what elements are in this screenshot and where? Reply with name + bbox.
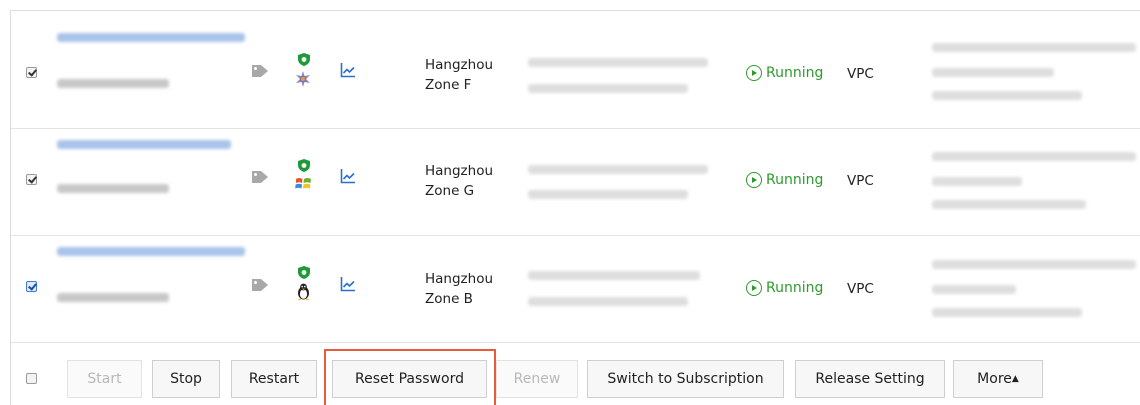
ip-address — [528, 271, 700, 280]
row-checkbox[interactable] — [26, 67, 37, 78]
tag-icon[interactable] — [251, 170, 269, 184]
start-button[interactable]: Start — [67, 360, 142, 398]
instance-name — [57, 184, 169, 193]
zone-cell: Hangzhou Zone F — [425, 55, 493, 95]
linux-penguin-icon — [297, 283, 310, 301]
monitor-chart-icon[interactable] — [340, 168, 356, 184]
zone-cell: Hangzhou Zone B — [425, 269, 493, 309]
instance-name — [57, 79, 169, 88]
row-checkbox[interactable] — [26, 174, 37, 185]
monitor-chart-icon[interactable] — [340, 276, 356, 292]
shield-icon — [298, 53, 310, 66]
more-button[interactable]: More▲ — [953, 360, 1043, 398]
running-icon — [746, 65, 762, 81]
ip-address-secondary — [528, 190, 688, 199]
spec-line-2 — [932, 177, 1022, 186]
network-type: VPC — [847, 173, 874, 189]
ip-address — [528, 58, 708, 67]
status-badge: Running — [746, 65, 823, 81]
status-badge: Running — [746, 280, 823, 296]
region-label: Hangzhou — [425, 271, 494, 287]
os-other-icon — [296, 71, 310, 87]
shield-icon — [298, 266, 310, 279]
ip-address-secondary — [528, 297, 688, 306]
spec-line-3 — [932, 308, 1082, 317]
instance-id-link[interactable] — [57, 140, 231, 149]
shield-icon — [298, 159, 310, 172]
tag-icon[interactable] — [251, 278, 269, 292]
status-label: Running — [766, 65, 824, 81]
row-checkbox[interactable] — [26, 281, 37, 292]
release-setting-button[interactable]: Release Setting — [795, 360, 945, 398]
instance-id-link[interactable] — [57, 247, 245, 256]
windows-icon — [295, 178, 311, 189]
network-type: VPC — [847, 66, 874, 82]
zone-label: Zone G — [425, 183, 475, 199]
status-label: Running — [766, 280, 824, 296]
spec-line-2 — [932, 68, 1054, 77]
region-label: Hangzhou — [425, 57, 494, 73]
ip-address-secondary — [528, 84, 688, 93]
running-icon — [746, 280, 762, 296]
status-label: Running — [766, 172, 824, 188]
spec-line-2 — [932, 285, 1016, 294]
ip-address — [528, 165, 708, 174]
highlight-box — [324, 349, 496, 405]
restart-button[interactable]: Restart — [231, 360, 317, 398]
zone-cell: Hangzhou Zone G — [425, 161, 493, 201]
caret-up-icon: ▲ — [1011, 374, 1019, 384]
status-badge: Running — [746, 172, 823, 188]
instance-id-link[interactable] — [57, 33, 245, 42]
spec-line-1 — [932, 260, 1136, 269]
spec-line-1 — [932, 152, 1136, 161]
spec-line-3 — [932, 200, 1086, 209]
spec-line-1 — [932, 43, 1136, 52]
tag-icon[interactable] — [251, 64, 269, 78]
more-label: More — [977, 371, 1012, 387]
monitor-chart-icon[interactable] — [340, 62, 356, 78]
select-all-checkbox[interactable] — [26, 373, 37, 384]
instance-name — [57, 293, 169, 302]
renew-button[interactable]: Renew — [496, 360, 578, 398]
region-label: Hangzhou — [425, 163, 494, 179]
network-type: VPC — [847, 281, 874, 297]
switch-to-subscription-button[interactable]: Switch to Subscription — [587, 360, 784, 398]
zone-label: Zone F — [425, 77, 472, 93]
zone-label: Zone B — [425, 291, 473, 307]
spec-line-3 — [932, 91, 1082, 100]
running-icon — [746, 172, 762, 188]
stop-button[interactable]: Stop — [152, 360, 220, 398]
